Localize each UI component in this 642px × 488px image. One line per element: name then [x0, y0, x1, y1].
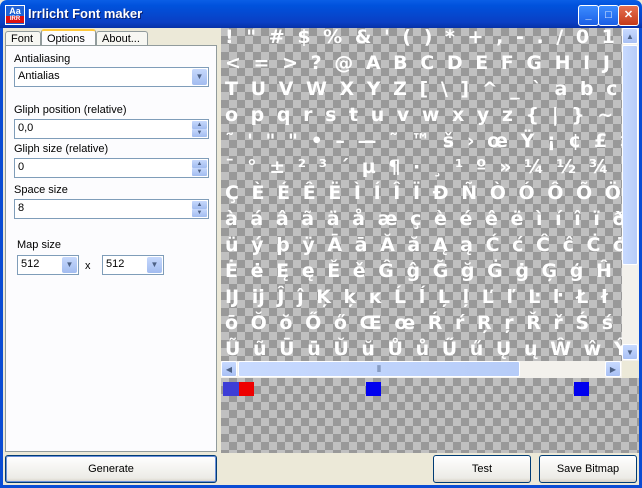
glyph-row: ¯ ° ± ² ³ ´ µ ¶ · ¸ ¹ º » ¼ ½ ¾ ¿ À Á Â — [225, 156, 622, 178]
scroll-down-icon[interactable]: ▼ — [622, 344, 638, 360]
spin-down-icon[interactable]: ▼ — [192, 129, 207, 137]
map-size-separator: x — [85, 260, 91, 272]
generate-button[interactable]: Generate — [5, 455, 217, 483]
spin-up-icon[interactable]: ▲ — [192, 121, 207, 129]
title-bar[interactable]: Aa IRR Irrlicht Font maker _ □ ✕ — [0, 0, 642, 28]
map-width-value: 512 — [21, 258, 40, 270]
vertical-scrollbar[interactable]: ▲ ▼ — [622, 28, 639, 361]
save-bitmap-button[interactable]: Save Bitmap — [539, 455, 637, 483]
spin-down-icon[interactable]: ▼ — [192, 209, 207, 217]
map-width-dropdown[interactable]: 512 ▼ — [17, 255, 79, 275]
options-panel: Antialiasing Antialias ▼ Gliph position … — [5, 45, 217, 452]
antialiasing-label: Antialiasing — [14, 53, 71, 65]
glyph-size-spinner[interactable]: 0 ▲ ▼ — [14, 158, 209, 178]
glyph-row: Ĳ ĳ Ĵ ĵ Ķ ķ ĸ Ĺ ĺ Ļ ļ Ľ ľ Ŀ ŀ Ł ł Ń ń Ņ … — [225, 286, 622, 308]
app-icon-badge: IRR — [6, 16, 24, 23]
preview-marker — [223, 382, 239, 396]
glyph-position-label: Gliph position (relative) — [14, 104, 127, 116]
map-height-value: 512 — [106, 258, 125, 270]
glyph-size-label: Gliph size (relative) — [14, 143, 109, 155]
close-icon: ✕ — [623, 9, 634, 21]
antialiasing-dropdown[interactable]: Antialias ▼ — [14, 67, 209, 87]
glyph-map-canvas[interactable]: ! " # $ % & ' ( ) * + , - . / 0 1 2 3 4 … — [221, 28, 622, 361]
minimize-icon: _ — [585, 9, 592, 21]
maximize-button[interactable]: □ — [598, 5, 619, 26]
glyph-row: ! " # $ % & ' ( ) * + , - . / 0 1 2 3 4 … — [225, 28, 622, 48]
spin-up-icon[interactable]: ▲ — [192, 160, 207, 168]
space-size-spin-buttons[interactable]: ▲ ▼ — [192, 201, 207, 217]
antialiasing-value: Antialias — [18, 70, 60, 82]
space-size-value: 8 — [18, 202, 25, 214]
glyph-row: < = > ? @ A B C D E F G H I J K L M N O — [225, 52, 622, 74]
preview-marker — [574, 382, 589, 396]
close-button[interactable]: ✕ — [618, 5, 639, 26]
glyph-position-value: 0,0 — [18, 122, 34, 134]
glyph-row: Ç È É Ê Ë Ì Í Î Ï Ð Ñ Ò Ó Ô Õ Ö × Ø Ù Ú — [225, 182, 622, 204]
glyph-row: Ũ ũ Ū ū Ŭ ŭ Ů ů Ű ű Ų ų Ŵ ŵ Ŷ ŷ Ÿ Ź ź Ż … — [225, 338, 622, 360]
scroll-right-icon[interactable]: ▶ — [605, 361, 621, 377]
test-button[interactable]: Test — [433, 455, 531, 483]
tab-font[interactable]: Font — [5, 31, 41, 46]
preview-marker — [366, 382, 381, 396]
glyph-size-value: 0 — [18, 161, 25, 173]
scroll-up-icon[interactable]: ▲ — [622, 28, 638, 44]
map-height-dropdown[interactable]: 512 ▼ — [102, 255, 164, 275]
texture-preview — [221, 378, 639, 453]
app-icon-text: Aa — [9, 6, 21, 16]
chevron-down-icon[interactable]: ▼ — [192, 69, 207, 85]
glyph-row: ü ý þ ÿ Ā ā Ă ă Ą ą Ć ć Ĉ ĉ Ċ ċ Č č Ď ď … — [225, 234, 622, 256]
app-icon: Aa IRR — [5, 5, 25, 25]
chevron-down-icon[interactable]: ▼ — [147, 257, 162, 273]
spin-up-icon[interactable]: ▲ — [192, 201, 207, 209]
glyph-row: ˜ ' " " • – — ˜ ™ š › œ Ÿ ¡ ¢ £ ¤ ¥ ¦ § … — [225, 130, 622, 152]
glyph-position-spinner[interactable]: 0,0 ▲ ▼ — [14, 119, 209, 139]
glyph-row: à á â ã ä å æ ç è é ê ë ì í î ï ð ñ ò ó … — [225, 208, 622, 230]
chevron-down-icon[interactable]: ▼ — [62, 257, 77, 273]
spin-down-icon[interactable]: ▼ — [192, 168, 207, 176]
window-title: Irrlicht Font maker — [28, 6, 143, 21]
window-border-left — [0, 28, 3, 488]
minimize-button[interactable]: _ — [578, 5, 599, 26]
glyph-row: T U V W X Y Z [ \ ] ^ _ ` a b c d e f g … — [225, 78, 622, 100]
glyph-size-spin-buttons[interactable]: ▲ ▼ — [192, 160, 207, 176]
map-size-label: Map size — [17, 239, 62, 251]
scroll-left-icon[interactable]: ◀ — [221, 361, 237, 377]
glyph-row: o p q r s t u v w x y z { | } ~ ‚ ƒ „ … … — [225, 104, 622, 126]
horizontal-scrollbar[interactable]: ◀ ⦀ ▶ — [221, 361, 622, 378]
space-size-spinner[interactable]: 8 ▲ ▼ — [14, 199, 209, 219]
vertical-scroll-thumb[interactable] — [622, 45, 638, 265]
space-size-label: Space size — [14, 184, 68, 196]
glyph-row: Ė ė Ę ę Ě ě Ĝ ĝ Ğ ğ Ġ ġ Ģ ģ Ĥ ĥ Ħ ħ Ĩ ĩ … — [225, 260, 622, 282]
horizontal-scroll-thumb[interactable]: ⦀ — [238, 361, 520, 377]
maximize-icon: □ — [605, 9, 612, 21]
glyph-row: ō Ŏ ŏ Ő ő Œ œ Ŕ ŕ Ŗ ŗ Ř ř Ś ś Ŝ ŝ Ş ş Š … — [225, 312, 622, 334]
preview-marker — [239, 382, 254, 396]
tab-about[interactable]: About... — [96, 31, 148, 46]
glyph-position-spin-buttons[interactable]: ▲ ▼ — [192, 121, 207, 137]
